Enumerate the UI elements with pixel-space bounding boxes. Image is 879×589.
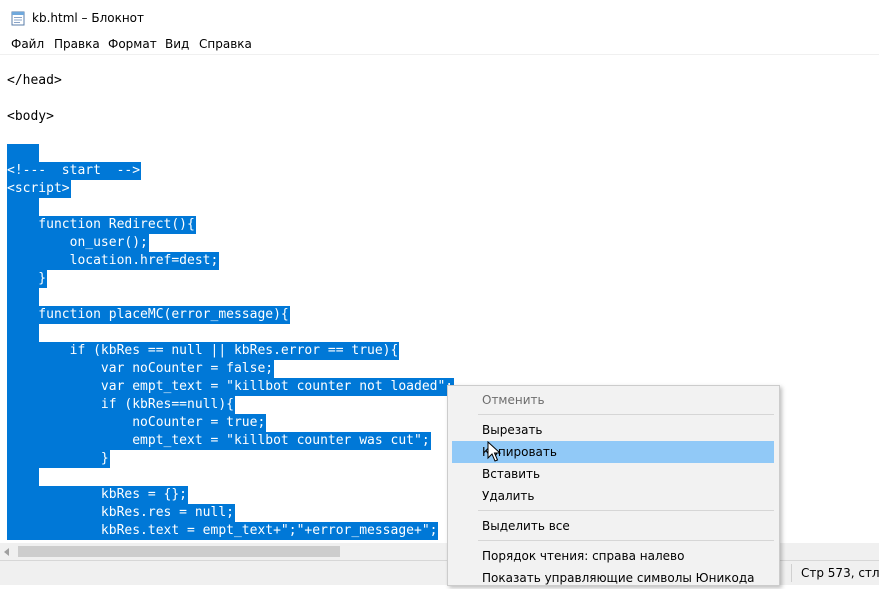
editor-line: location.href=dest;	[7, 252, 220, 270]
menu-edit[interactable]: Правка	[53, 36, 101, 52]
editor-line-text	[7, 198, 40, 216]
editor-line-text: kbRes = {};	[7, 486, 189, 504]
menu-view[interactable]: Вид	[164, 36, 190, 52]
editor-line: </head>	[7, 72, 63, 90]
context-menu-item[interactable]: Выделить все	[452, 515, 774, 537]
editor-line-text: <body>	[7, 109, 54, 124]
editor-line-text: }	[7, 270, 48, 288]
editor-line-text: }	[7, 450, 110, 468]
menu-format[interactable]: Формат	[107, 36, 158, 52]
context-menu-item[interactable]: Вырезать	[452, 419, 774, 441]
editor-line-text: on_user();	[7, 234, 149, 252]
editor-line-text: kbRes.res = null;	[7, 504, 235, 522]
editor-line-text: </head>	[7, 73, 62, 88]
editor-line	[7, 144, 40, 162]
context-menu-item: Отменить	[482, 393, 545, 407]
cursor-position: Стр 573, стлб 1	[801, 566, 879, 580]
editor-line-text: function placeMC(error_message){	[7, 306, 290, 324]
context-menu: Отменить Вырезать Копировать Вставить Удалит…	[447, 385, 780, 586]
scrollbar-thumb[interactable]	[18, 546, 340, 557]
title-bar: kb.html – Блокнот	[0, 0, 879, 34]
editor-line-text: <script>	[7, 180, 71, 198]
editor-line: if (kbRes == null || kbRes.error == true…	[7, 342, 400, 360]
editor-line: if (kbRes==null){	[7, 396, 235, 414]
editor-line: empt_text = "killbot counter was cut";	[7, 432, 431, 450]
editor-line-text: noCounter = true;	[7, 414, 267, 432]
editor-line-text: function Redirect(){	[7, 216, 196, 234]
menu-file[interactable]: Файл	[10, 36, 45, 52]
editor-line: noCounter = true;	[7, 414, 267, 432]
editor-line: }	[7, 270, 48, 288]
scroll-left-arrow-icon[interactable]	[4, 548, 9, 556]
editor-line: <body>	[7, 108, 55, 126]
editor-line: <script>	[7, 180, 71, 198]
editor-line-text	[7, 324, 40, 342]
editor-line: }	[7, 450, 110, 468]
editor-line	[7, 288, 40, 306]
menu-separator	[478, 510, 774, 511]
context-menu-item[interactable]: Вставить	[452, 463, 774, 485]
editor-line: kbRes = {};	[7, 486, 189, 504]
editor-line: kbRes.res = null;	[7, 504, 235, 522]
editor-line-text: empt_text = "killbot counter was cut";	[7, 432, 431, 450]
editor-line-text: <!--- start -->	[7, 162, 142, 180]
menu-separator	[478, 540, 774, 541]
editor-line	[7, 90, 8, 108]
menu-help[interactable]: Справка	[198, 36, 253, 52]
editor-line: function placeMC(error_message){	[7, 306, 290, 324]
context-menu-item[interactable]: Удалить	[452, 485, 774, 507]
editor-line	[7, 126, 8, 144]
editor-line-text	[7, 126, 8, 144]
window-title: kb.html – Блокнот	[32, 11, 145, 25]
context-menu-item[interactable]: Показать управляющие символы Юникода	[452, 567, 774, 589]
editor-line: function Redirect(){	[7, 216, 196, 234]
editor-line	[7, 198, 40, 216]
editor-line-text	[7, 90, 8, 108]
editor-line-text: if (kbRes == null || kbRes.error == true…	[7, 342, 400, 360]
editor-line-text	[7, 144, 40, 162]
menu-bar: Файл Правка Формат Вид Справка	[0, 34, 879, 55]
editor-line-text: location.href=dest;	[7, 252, 220, 270]
mouse-pointer-icon	[487, 441, 501, 462]
editor-line-text: kbRes.text = empt_text+";"+error_message…	[7, 522, 439, 540]
editor-line	[7, 468, 40, 486]
editor-line: var noCounter = false;	[7, 360, 275, 378]
status-divider	[791, 564, 792, 582]
editor-line-text	[7, 288, 40, 306]
editor-line: var empt_text = "killbot counter not loa…	[7, 378, 455, 396]
context-menu-item[interactable]: Порядок чтения: справа налево	[452, 545, 774, 567]
notepad-icon	[11, 11, 25, 26]
editor-line-text: var noCounter = false;	[7, 360, 275, 378]
editor-line: kbRes.text = empt_text+";"+error_message…	[7, 522, 439, 540]
editor-line: on_user();	[7, 234, 149, 252]
editor-line: <!--- start -->	[7, 162, 142, 180]
menu-separator	[478, 414, 774, 415]
editor-line-text: if (kbRes==null){	[7, 396, 235, 414]
editor-line	[7, 324, 40, 342]
editor-line-text: var empt_text = "killbot counter not loa…	[7, 378, 455, 396]
editor-line-text	[7, 468, 40, 486]
